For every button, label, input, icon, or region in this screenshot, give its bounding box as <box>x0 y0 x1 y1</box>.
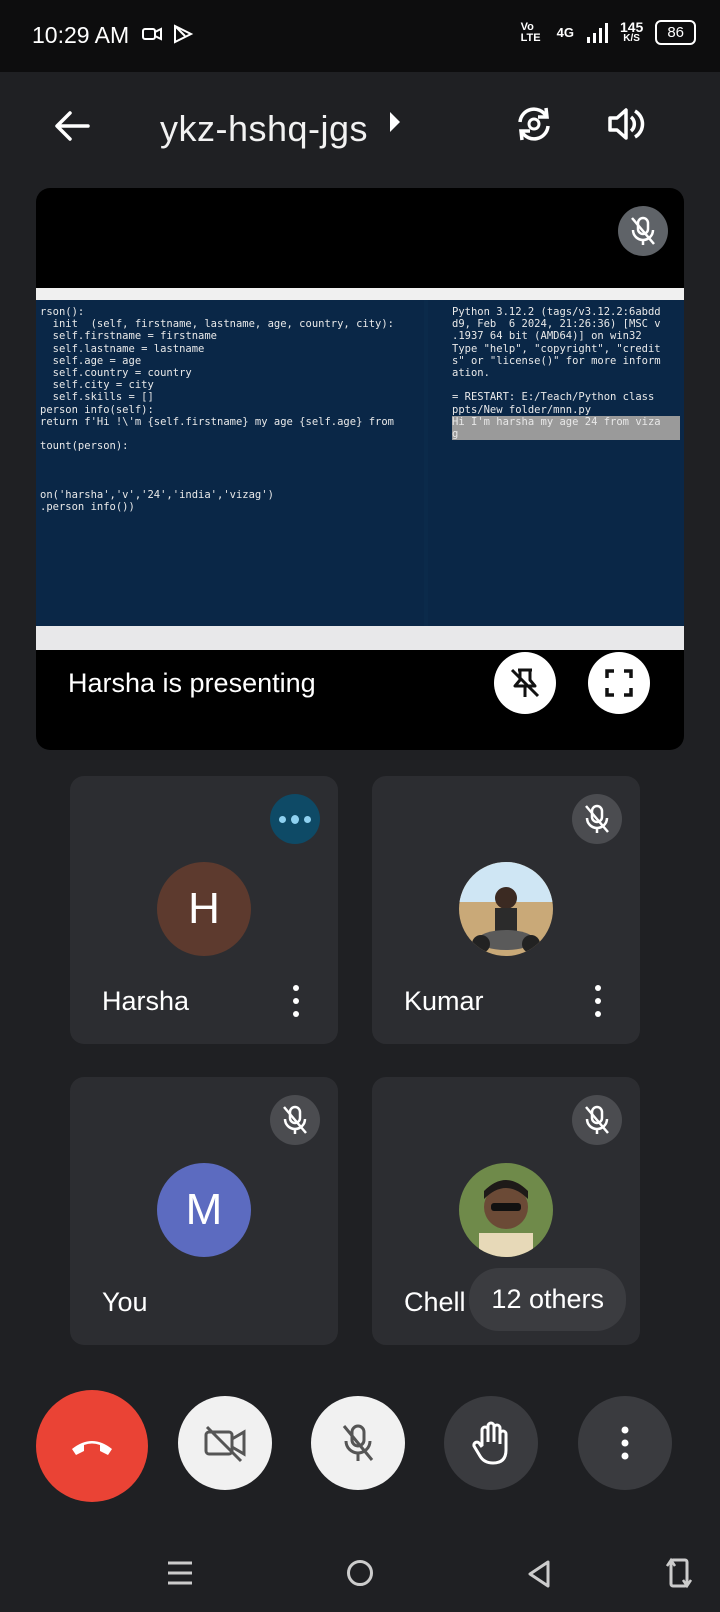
switch-camera-icon <box>518 107 550 141</box>
participant-name: Kumar <box>404 986 484 1016</box>
shared-taskbar <box>36 626 684 650</box>
avatar-photo <box>459 1163 553 1257</box>
participant-tile-you[interactable]: M You <box>70 1077 338 1345</box>
raise-hand-icon <box>472 1421 508 1465</box>
mic-off-icon <box>585 804 609 833</box>
participant-more-button[interactable] <box>586 981 610 1021</box>
network-type: 4G <box>556 25 574 40</box>
participant-tile-chell[interactable]: Chell 12 others <box>372 1077 640 1345</box>
mic-off-indicator <box>572 1095 622 1145</box>
speed-unit: K/S <box>623 32 640 44</box>
code-editor-line: self.age = age <box>40 354 142 367</box>
status-time: 10:29 AM <box>32 22 130 48</box>
code-editor-line <box>40 428 420 440</box>
python-shell-line: Type "help", "copyright", "credit <box>452 342 661 355</box>
unpin-icon <box>510 668 540 698</box>
avatar: M <box>157 1163 251 1257</box>
video-status-icon <box>142 27 162 41</box>
python-shell-line: ppts/New folder/mnn.py <box>452 403 592 416</box>
back-triangle-icon[interactable] <box>526 1559 552 1589</box>
mic-off-indicator <box>572 794 622 844</box>
python-shell-line: s" or "license()" for more inform <box>452 354 661 367</box>
code-editor-line <box>40 452 420 464</box>
speed-value: 145 <box>619 18 644 35</box>
rotate-screen-icon[interactable] <box>666 1556 692 1590</box>
code-editor-line <box>40 477 420 489</box>
code-editor-line: self.firstname = firstname <box>40 330 218 343</box>
end-call-icon <box>72 1441 112 1455</box>
more-vertical-icon <box>621 1426 629 1460</box>
camera-toggle-button[interactable] <box>178 1396 272 1490</box>
presenting-label: Harsha is presenting <box>68 668 316 698</box>
meeting-code[interactable]: ykz-hshq-jgs <box>160 108 368 150</box>
mic-off-icon <box>283 1105 307 1134</box>
mic-off-icon <box>585 1105 609 1134</box>
python-shell-line: Hi I'm harsha my age 24 from viza <box>452 415 680 429</box>
python-shell-line: d9, Feb 6 2024, 21:26:36) [MSC v <box>452 318 661 331</box>
code-editor-line: .person info()) <box>40 501 135 514</box>
participant-name: You <box>102 1287 148 1317</box>
shared-screen: rson(): init (self, firstname, lastname,… <box>36 288 684 650</box>
python-shell-line: ation. <box>452 367 490 380</box>
code-editor-line: return f'Hi !\'m {self.firstname} my age… <box>40 415 395 428</box>
code-editor-line: self.city = city <box>40 379 154 392</box>
speaking-indicator <box>270 794 320 844</box>
participant-more-button[interactable] <box>284 981 308 1021</box>
status-bar: 10:29 AM Vo LTE 4G 145 K/S 86 <box>0 0 720 72</box>
home-circle-icon[interactable] <box>346 1559 374 1587</box>
python-shell-line: .1937 64 bit (AMD64)] on win32 <box>452 330 642 343</box>
switch-camera-button[interactable] <box>506 96 562 152</box>
participant-tile-kumar[interactable]: Kumar <box>372 776 640 1044</box>
presenter-mute-indicator <box>618 206 668 256</box>
meeting-info-caret-icon[interactable] <box>390 112 400 132</box>
python-shell-line <box>452 379 680 391</box>
signal-icon <box>586 22 608 43</box>
code-editor-line: self.country = country <box>40 367 192 380</box>
more-options-button[interactable] <box>578 1396 672 1490</box>
shared-code-editor: rson(): init (self, firstname, lastname,… <box>36 300 424 626</box>
mic-off-icon <box>631 216 655 245</box>
call-controls <box>0 1390 720 1502</box>
speaker-icon <box>608 108 645 140</box>
fullscreen-icon <box>605 669 633 697</box>
python-shell-line: g <box>452 428 680 441</box>
avatar: H <box>157 862 251 956</box>
end-call-button[interactable] <box>36 1390 148 1502</box>
system-nav-bar <box>0 1532 720 1612</box>
code-editor-line: person info(self): <box>40 403 154 416</box>
mic-off-indicator <box>270 1095 320 1145</box>
play-store-icon <box>174 24 194 44</box>
code-editor-line: self.skills = [] <box>40 391 154 404</box>
code-editor-line: rson(): <box>40 306 85 318</box>
code-editor-line: self.lastname = lastname <box>40 342 205 355</box>
mic-toggle-button[interactable] <box>311 1396 405 1490</box>
shared-python-shell: Python 3.12.2 (tags/v3.12.2:6abdd d9, Feb… <box>428 300 684 626</box>
meeting-header: ykz-hshq-jgs <box>0 72 720 184</box>
others-count-pill[interactable]: 12 others <box>469 1268 626 1331</box>
mic-off-icon <box>342 1424 374 1461</box>
battery-indicator: 86 <box>655 20 696 45</box>
presentation-card[interactable]: rson(): init (self, firstname, lastname,… <box>36 188 684 750</box>
camera-off-icon <box>204 1425 246 1463</box>
back-arrow-icon <box>55 111 90 141</box>
raise-hand-button[interactable] <box>444 1396 538 1490</box>
back-button[interactable] <box>44 98 100 154</box>
code-editor-line: on('harsha','v','24','india','vizag') <box>40 489 274 502</box>
speaker-button[interactable] <box>598 96 654 152</box>
participant-name: Harsha <box>102 986 190 1016</box>
participant-name: Chell <box>404 1287 466 1317</box>
recents-menu-icon[interactable] <box>166 1560 194 1586</box>
participant-tile-harsha[interactable]: H Harsha <box>70 776 338 1044</box>
code-editor-line <box>40 465 420 477</box>
unpin-button[interactable] <box>494 652 556 714</box>
code-editor-line: init (self, firstname, lastname, age, co… <box>40 318 395 331</box>
volte-label: Vo LTE <box>520 20 541 44</box>
code-editor-line: tount(person): <box>40 440 129 453</box>
fullscreen-button[interactable] <box>588 652 650 714</box>
avatar-photo <box>459 862 553 956</box>
python-shell-line: Python 3.12.2 (tags/v3.12.2:6abdd <box>452 306 661 318</box>
python-shell-line: = RESTART: E:/Teach/Python class <box>452 391 655 404</box>
shared-window-titlebar <box>36 288 684 300</box>
